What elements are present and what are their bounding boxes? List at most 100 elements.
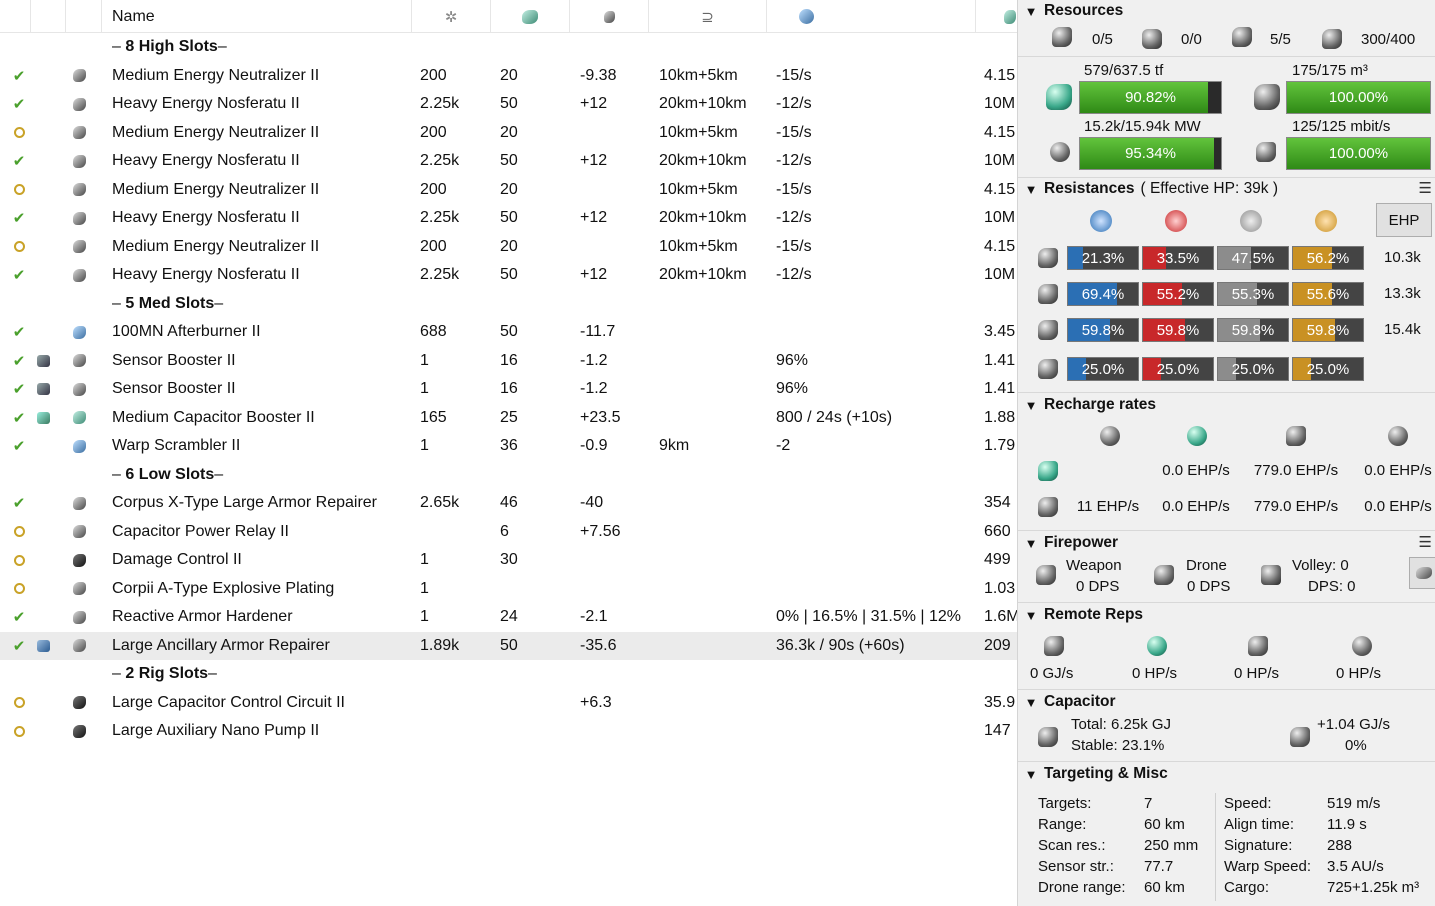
collapse-triangle-icon[interactable]: ▼ xyxy=(1018,536,1044,551)
active-check-icon[interactable]: ✔ xyxy=(11,353,27,370)
active-check-icon[interactable]: ✔ xyxy=(11,381,27,398)
collapse-triangle-icon[interactable]: ▼ xyxy=(1018,182,1044,197)
stat-value: 11.9 s xyxy=(1327,816,1367,833)
table-row[interactable]: Damage Control II 1 30 499 xyxy=(0,546,1017,575)
table-row[interactable]: ✔ Heavy Energy Nosferatu II 2.25k 50 +12 20km… xyxy=(0,204,1017,233)
active-check-icon[interactable]: ✔ xyxy=(11,410,27,427)
table-row[interactable]: ✔ 100MN Afterburner II 688 50 -11.7 3.45 xyxy=(0,318,1017,347)
module-name: Medium Energy Neutralizer II xyxy=(112,237,320,255)
online-state-icon[interactable] xyxy=(11,552,27,568)
table-row[interactable]: ✔ Large Ancillary Armor Repairer 1.89k 50 -3… xyxy=(0,631,1017,660)
active-check-icon[interactable]: ✔ xyxy=(11,438,27,455)
explosive-damage-icon xyxy=(1315,210,1337,232)
firepower-menu-icon[interactable]: ☰ xyxy=(1419,533,1432,551)
recharge-header[interactable]: ▼ Recharge rates xyxy=(1018,394,1435,416)
collapse-triangle-icon[interactable]: ▼ xyxy=(1018,695,1044,710)
header-icon[interactable] xyxy=(66,0,102,33)
fitting-window: Name ✲ ⊇ – 8 High Slots– ✔ Medium Energy N… xyxy=(0,0,1435,906)
active-check-icon[interactable]: ✔ xyxy=(11,210,27,227)
table-row[interactable]: Corpii A-Type Explosive Plating 1 1.03 xyxy=(0,575,1017,604)
resistances-header[interactable]: ▼ Resistances ( Effective HP: 39k ) ☰ xyxy=(1018,178,1435,200)
header-name[interactable]: Name xyxy=(102,0,412,33)
collapse-triangle-icon[interactable]: ▼ xyxy=(1018,767,1044,782)
active-check-icon[interactable]: ✔ xyxy=(11,638,27,655)
table-row[interactable]: ✔ Heavy Energy Nosferatu II 2.25k 50 +12 20km… xyxy=(0,261,1017,290)
table-row[interactable]: ✔ Corpus X-Type Large Armor Repairer 2.65k… xyxy=(0,489,1017,518)
module-name: Large Ancillary Armor Repairer xyxy=(112,636,330,654)
header-capacitor[interactable] xyxy=(570,0,649,33)
module-cpu: 1 xyxy=(420,608,429,625)
module-price: 1.88 xyxy=(984,408,1016,426)
header-charge[interactable] xyxy=(31,0,66,33)
ehp-toggle-button[interactable]: EHP xyxy=(1376,203,1432,237)
section-label: – 5 Med Slots– xyxy=(112,294,224,312)
table-row[interactable]: Medium Energy Neutralizer II 200 20 10km+5k… xyxy=(0,119,1017,148)
online-state-icon[interactable] xyxy=(11,524,27,540)
table-row[interactable]: ✔ Warp Scrambler II 1 36 -0.9 9km -2 1.79 xyxy=(0,432,1017,461)
active-check-icon[interactable]: ✔ xyxy=(11,495,27,512)
module-cap: -11.7 xyxy=(580,323,616,340)
table-row[interactable]: Medium Energy Neutralizer II 200 20 10km+5k… xyxy=(0,176,1017,205)
table-row[interactable]: ✔ Heavy Energy Nosferatu II 2.25k 50 +12 20km… xyxy=(0,90,1017,119)
module-pg: 16 xyxy=(500,351,518,369)
online-state-icon[interactable] xyxy=(11,581,27,597)
header-range[interactable]: ⊇ xyxy=(649,0,767,33)
charge-icon xyxy=(35,353,51,369)
slot-section-header: – 6 Low Slots– xyxy=(0,461,1017,490)
online-state-icon[interactable] xyxy=(11,182,27,198)
table-row[interactable]: ✔ Medium Energy Neutralizer II 200 20 -9.38 1… xyxy=(0,62,1017,91)
online-state-icon[interactable] xyxy=(11,125,27,141)
module-name: Medium Capacitor Booster II xyxy=(112,408,315,426)
module-price: 4.15 xyxy=(984,237,1016,255)
active-check-icon[interactable]: ✔ xyxy=(11,68,27,85)
resist-bar: 55.3% xyxy=(1217,282,1289,306)
table-row[interactable]: ✔ Sensor Booster II 1 16 -1.2 96% 1.41 xyxy=(0,347,1017,376)
firepower-settings-button[interactable] xyxy=(1409,557,1435,589)
remote-reps-header[interactable]: ▼ Remote Reps xyxy=(1018,604,1435,626)
stat-value: 60 km xyxy=(1144,879,1185,896)
header-misc[interactable] xyxy=(767,0,976,33)
resistances-menu-icon[interactable]: ☰ xyxy=(1419,179,1432,197)
table-row[interactable]: ✔ Sensor Booster II 1 16 -1.2 96% 1.41 xyxy=(0,375,1017,404)
firepower-header[interactable]: ▼ Firepower ☰ xyxy=(1018,532,1435,554)
resources-header[interactable]: ▼ Resources xyxy=(1018,0,1435,22)
collapse-triangle-icon[interactable]: ▼ xyxy=(1018,4,1044,19)
table-row[interactable]: Medium Energy Neutralizer II 200 20 10km+5k… xyxy=(0,233,1017,262)
resist-value: 25.0% xyxy=(1081,360,1125,378)
module-name: Reactive Armor Hardener xyxy=(112,608,293,625)
weapon-label: Weapon xyxy=(1066,557,1122,574)
volley-value: Volley: 0 xyxy=(1292,557,1349,574)
header-cpu[interactable]: ✲ xyxy=(412,0,491,33)
header-state[interactable] xyxy=(0,0,31,33)
active-check-icon[interactable]: ✔ xyxy=(11,609,27,626)
capacitor-header[interactable]: ▼ Capacitor xyxy=(1018,691,1435,713)
module-table[interactable]: Name ✲ ⊇ – 8 High Slots– ✔ Medium Energy N… xyxy=(0,0,1017,906)
active-check-icon[interactable]: ✔ xyxy=(11,153,27,170)
table-row[interactable]: Large Auxiliary Nano Pump II 147 xyxy=(0,717,1017,746)
collapse-triangle-icon[interactable]: ▼ xyxy=(1018,608,1044,623)
targeting-header[interactable]: ▼ Targeting & Misc xyxy=(1018,763,1435,785)
table-row[interactable]: Capacitor Power Relay II 6 +7.56 660 xyxy=(0,518,1017,547)
module-cap: -0.9 xyxy=(580,437,608,454)
module-cap: -1.2 xyxy=(580,351,608,369)
collapse-triangle-icon[interactable]: ▼ xyxy=(1018,398,1044,413)
online-state-icon[interactable] xyxy=(11,695,27,711)
table-row[interactable]: Large Capacitor Control Circuit II +6.3 35… xyxy=(0,689,1017,718)
online-state-icon[interactable] xyxy=(11,723,27,739)
header-price[interactable] xyxy=(976,0,1017,33)
module-price: 10M xyxy=(984,209,1016,226)
resistances-title: Resistances xyxy=(1044,180,1135,197)
table-row[interactable]: ✔ Reactive Armor Hardener 1 24 -2.1 0% | 16.5… xyxy=(0,603,1017,632)
module-cap: -35.6 xyxy=(580,636,617,654)
table-row[interactable]: ✔ Medium Capacitor Booster II 165 25 +23.5 80… xyxy=(0,404,1017,433)
table-row[interactable]: ✔ Heavy Energy Nosferatu II 2.25k 50 +12 20km… xyxy=(0,147,1017,176)
volley-icon xyxy=(1261,565,1281,585)
header-powergrid[interactable] xyxy=(491,0,570,33)
active-check-icon[interactable]: ✔ xyxy=(11,96,27,113)
remote-armor-icon xyxy=(1147,636,1167,656)
calibration-icon xyxy=(1254,84,1280,110)
online-state-icon[interactable] xyxy=(11,239,27,255)
capacitor-total: Total: 6.25k GJ xyxy=(1071,716,1172,733)
active-check-icon[interactable]: ✔ xyxy=(11,267,27,284)
active-check-icon[interactable]: ✔ xyxy=(11,324,27,341)
